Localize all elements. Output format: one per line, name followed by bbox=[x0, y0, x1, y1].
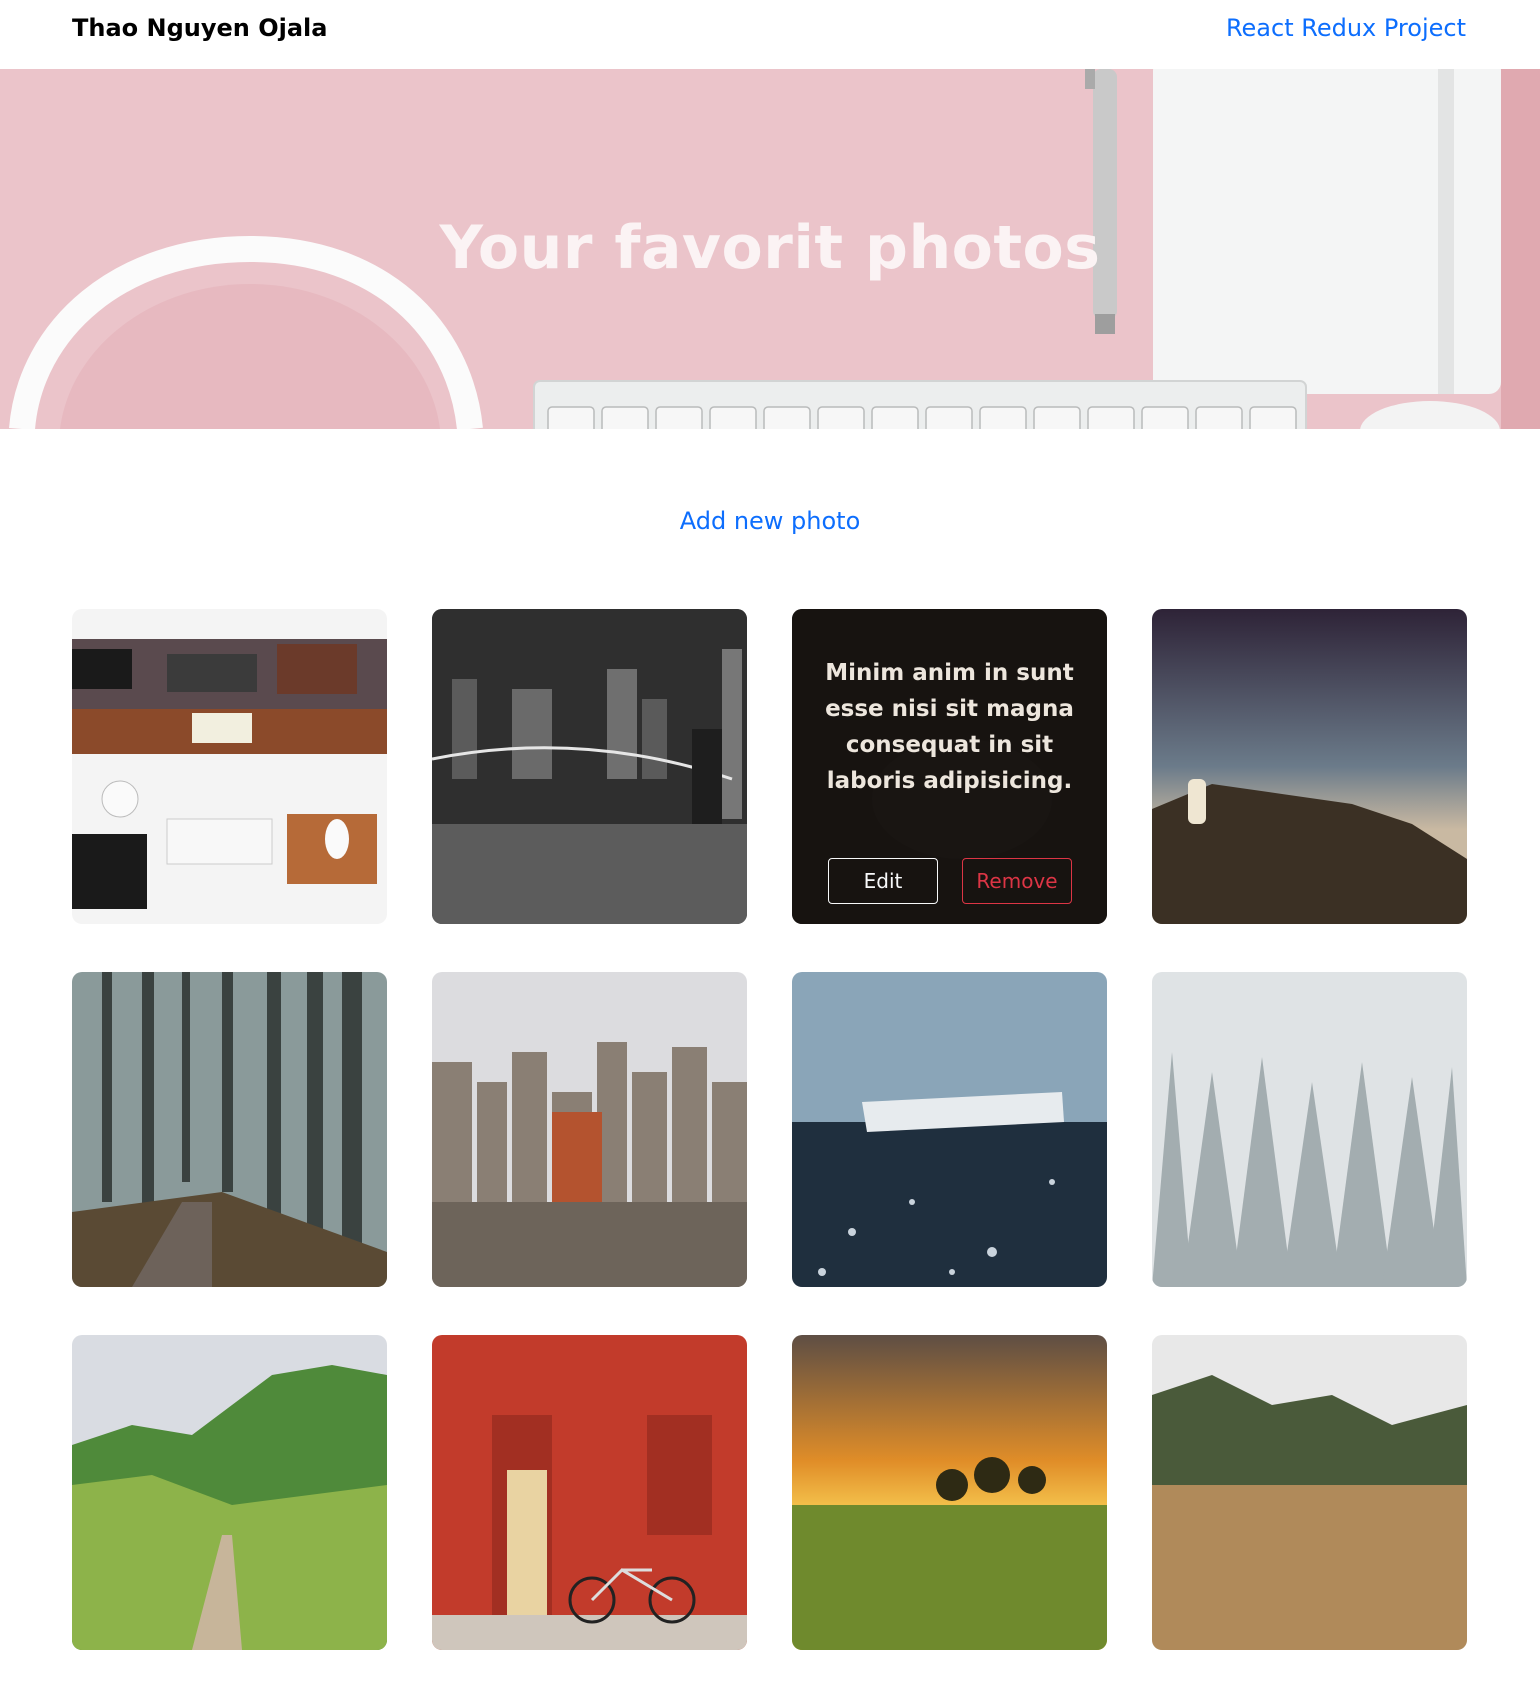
photo-caption: Minim anim in sunt esse nisi sit magna c… bbox=[825, 660, 1074, 794]
photo-card-hovered[interactable]: Minim anim in sunt esse nisi sit magna c… bbox=[792, 609, 1107, 924]
add-photo-link-wrap: Add new photo bbox=[0, 505, 1540, 537]
nav-link-react-redux-project[interactable]: React Redux Project bbox=[1226, 13, 1466, 43]
add-new-photo-link[interactable]: Add new photo bbox=[680, 507, 861, 535]
photo-snowy-pines bbox=[1152, 972, 1467, 1287]
photo-card[interactable] bbox=[432, 609, 747, 924]
photo-foggy-forest bbox=[72, 972, 387, 1287]
top-navbar: Thao Nguyen Ojala React Redux Project bbox=[0, 0, 1540, 69]
photo-plane-wreck bbox=[792, 972, 1107, 1287]
hero-banner: Your favorit photos bbox=[0, 69, 1540, 429]
edit-button[interactable]: Edit bbox=[828, 858, 938, 904]
photo-red-wall-bicycle bbox=[432, 1335, 747, 1650]
photo-card[interactable] bbox=[1152, 609, 1467, 924]
photo-bridge-night bbox=[432, 609, 747, 924]
photo-overlay: Minim anim in sunt esse nisi sit magna c… bbox=[792, 609, 1107, 924]
photo-sunset-field bbox=[792, 1335, 1107, 1650]
hero-title: Your favorit photos bbox=[439, 213, 1101, 283]
photo-card[interactable] bbox=[432, 1335, 747, 1650]
photo-card[interactable] bbox=[72, 609, 387, 924]
photo-card[interactable] bbox=[792, 972, 1107, 1287]
photo-card[interactable] bbox=[1152, 972, 1467, 1287]
photo-card[interactable] bbox=[792, 1335, 1107, 1650]
photo-card[interactable] bbox=[432, 972, 747, 1287]
photo-cliff-dusk bbox=[1152, 609, 1467, 924]
photo-card[interactable] bbox=[72, 972, 387, 1287]
photo-card[interactable] bbox=[72, 1335, 387, 1650]
photo-city-skyline bbox=[432, 972, 747, 1287]
remove-button[interactable]: Remove bbox=[962, 858, 1072, 904]
brand-name[interactable]: Thao Nguyen Ojala bbox=[72, 13, 327, 43]
photo-card[interactable] bbox=[1152, 1335, 1467, 1650]
photo-dry-grass bbox=[1152, 1335, 1467, 1650]
photo-desk-workspace bbox=[72, 609, 387, 924]
photo-green-mountain bbox=[72, 1335, 387, 1650]
